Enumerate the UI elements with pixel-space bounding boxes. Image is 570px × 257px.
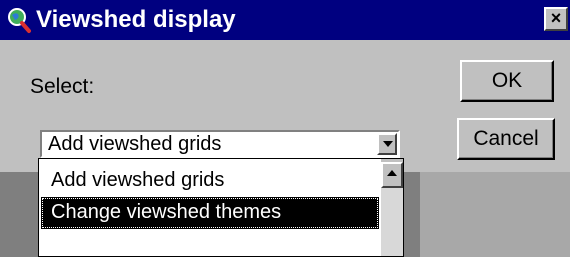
title-bar[interactable]: Viewshed display × (0, 0, 570, 40)
chevron-down-icon (383, 141, 393, 147)
cancel-button[interactable]: Cancel (457, 118, 555, 160)
vertical-scrollbar[interactable] (381, 159, 403, 256)
background-panel-light (420, 172, 570, 257)
select-combobox[interactable]: Add viewshed grids (40, 130, 400, 158)
ok-button[interactable]: OK (460, 60, 554, 102)
list-item-add-viewshed-grids[interactable]: Add viewshed grids (41, 165, 379, 197)
close-button[interactable]: × (544, 7, 568, 31)
combobox-value: Add viewshed grids (48, 133, 222, 155)
combobox-dropdown-button[interactable] (377, 133, 397, 155)
scroll-up-arrow-icon (387, 170, 397, 176)
window-title: Viewshed display (36, 6, 236, 33)
dropdown-list[interactable]: Add viewshed grids Change viewshed theme… (38, 158, 404, 257)
scrollbar-track[interactable] (381, 188, 403, 256)
close-icon: × (550, 8, 562, 28)
scroll-up-button[interactable] (381, 162, 403, 188)
select-label: Select: (30, 75, 95, 98)
list-item-change-viewshed-themes[interactable]: Change viewshed themes (41, 197, 379, 229)
viewshed-dialog: Viewshed display × Select: OK Cancel Add… (0, 0, 570, 257)
magnifier-globe-icon (6, 6, 32, 34)
